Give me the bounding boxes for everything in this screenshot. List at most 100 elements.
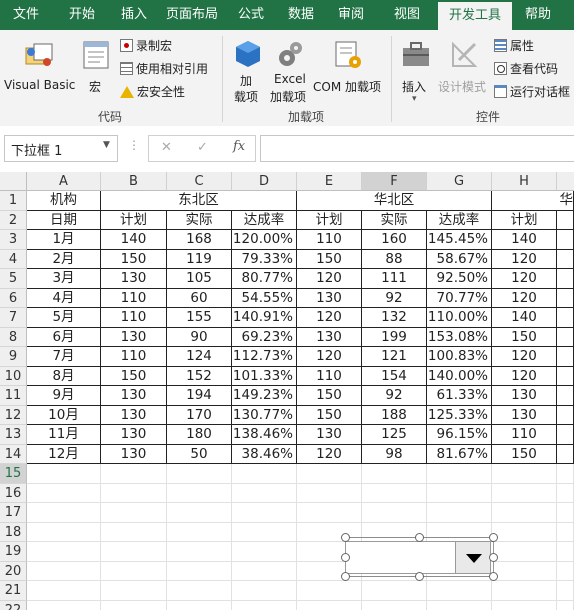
empty-cell[interactable] <box>362 464 427 484</box>
region-cell[interactable]: 东北区 <box>101 191 297 211</box>
empty-cell[interactable] <box>557 503 574 523</box>
table-cell[interactable]: 194 <box>167 386 232 406</box>
table-cell[interactable]: 92 <box>362 288 427 308</box>
view-code-button[interactable]: 查看代码 <box>494 60 558 77</box>
table-cell[interactable] <box>557 327 574 347</box>
empty-cell[interactable] <box>492 483 557 503</box>
row-header-1[interactable]: 1 <box>0 191 27 211</box>
empty-cell[interactable] <box>27 561 101 581</box>
visual-basic-button[interactable]: Visual Basic <box>4 38 75 104</box>
table-cell[interactable]: 1月 <box>27 230 101 250</box>
sub-header-cell[interactable]: 计划 <box>492 210 557 230</box>
table-cell[interactable]: 90 <box>167 327 232 347</box>
resize-handle[interactable] <box>415 572 424 581</box>
row-header-16[interactable]: 16 <box>0 483 27 503</box>
table-cell[interactable] <box>557 249 574 269</box>
select-all-corner[interactable] <box>0 172 27 191</box>
macro-button[interactable]: 宏 <box>80 38 114 104</box>
table-cell[interactable]: 110 <box>101 347 167 367</box>
row-header-4[interactable]: 4 <box>0 249 27 269</box>
macro-security-button[interactable]: 宏安全性 <box>120 83 185 100</box>
sub-header-cell[interactable]: 实际 <box>167 210 232 230</box>
empty-cell[interactable] <box>492 464 557 484</box>
table-cell[interactable]: 110.00% <box>427 308 492 328</box>
table-cell[interactable]: 140 <box>492 308 557 328</box>
table-cell[interactable]: 170 <box>167 405 232 425</box>
table-cell[interactable]: 69.23% <box>232 327 297 347</box>
table-cell[interactable]: 88 <box>362 249 427 269</box>
table-cell[interactable]: 100.83% <box>427 347 492 367</box>
table-cell[interactable]: 120 <box>492 288 557 308</box>
table-cell[interactable]: 61.33% <box>427 386 492 406</box>
table-cell[interactable]: 130 <box>492 405 557 425</box>
empty-cell[interactable] <box>101 522 167 542</box>
region-cell[interactable]: 华 <box>492 191 574 211</box>
empty-cell[interactable] <box>232 542 297 562</box>
table-cell[interactable]: 79.33% <box>232 249 297 269</box>
row-header-22[interactable]: 22 <box>0 600 27 610</box>
table-cell[interactable]: 153.08% <box>427 327 492 347</box>
empty-cell[interactable] <box>27 483 101 503</box>
empty-cell[interactable] <box>167 464 232 484</box>
table-cell[interactable]: 130 <box>492 386 557 406</box>
empty-cell[interactable] <box>297 503 362 523</box>
row-header-8[interactable]: 8 <box>0 327 27 347</box>
table-cell[interactable]: 130 <box>101 444 167 464</box>
resize-handle[interactable] <box>341 533 350 542</box>
combo-box-control[interactable] <box>341 533 498 581</box>
table-cell[interactable]: 150 <box>492 444 557 464</box>
table-cell[interactable]: 110 <box>492 425 557 445</box>
addins-button[interactable]: 加 载项 <box>232 38 264 104</box>
column-header-A[interactable]: A <box>27 172 101 191</box>
table-cell[interactable]: 155 <box>167 308 232 328</box>
table-cell[interactable]: 130.77% <box>232 405 297 425</box>
empty-cell[interactable] <box>427 483 492 503</box>
table-cell[interactable]: 150 <box>297 386 362 406</box>
sub-header-cell[interactable]: 达成率 <box>427 210 492 230</box>
resize-handle[interactable] <box>341 553 350 562</box>
empty-cell[interactable] <box>232 483 297 503</box>
tab-6[interactable]: 审阅 <box>326 0 376 30</box>
empty-cell[interactable] <box>167 522 232 542</box>
column-header-B[interactable]: B <box>101 172 167 191</box>
empty-cell[interactable] <box>362 503 427 523</box>
table-cell[interactable]: 96.15% <box>427 425 492 445</box>
record-macro-button[interactable]: 录制宏 <box>120 37 172 54</box>
empty-cell[interactable] <box>27 581 101 601</box>
empty-cell[interactable] <box>297 464 362 484</box>
tab-3[interactable]: 页面布局 <box>158 0 226 30</box>
table-cell[interactable] <box>557 366 574 386</box>
empty-cell[interactable] <box>101 483 167 503</box>
empty-cell[interactable] <box>557 464 574 484</box>
design-mode-button[interactable]: 设计模式 <box>438 38 490 104</box>
empty-cell[interactable] <box>297 600 362 610</box>
table-cell[interactable] <box>557 347 574 367</box>
properties-button[interactable]: 属性 <box>494 37 534 54</box>
row-header-14[interactable]: 14 <box>0 444 27 464</box>
table-cell[interactable]: 3月 <box>27 269 101 289</box>
empty-cell[interactable] <box>101 503 167 523</box>
resize-handle[interactable] <box>489 553 498 562</box>
table-cell[interactable]: 130 <box>101 269 167 289</box>
table-cell[interactable]: 54.55% <box>232 288 297 308</box>
table-cell[interactable]: 38.46% <box>232 444 297 464</box>
table-cell[interactable]: 125.33% <box>427 405 492 425</box>
table-cell[interactable]: 105 <box>167 269 232 289</box>
empty-cell[interactable] <box>427 581 492 601</box>
table-cell[interactable]: 98 <box>362 444 427 464</box>
table-cell[interactable]: 92.50% <box>427 269 492 289</box>
resize-handle[interactable] <box>489 572 498 581</box>
empty-cell[interactable] <box>232 581 297 601</box>
table-cell[interactable]: 120 <box>492 249 557 269</box>
table-cell[interactable]: 140.91% <box>232 308 297 328</box>
table-cell[interactable] <box>557 308 574 328</box>
empty-cell[interactable] <box>427 464 492 484</box>
row-header-13[interactable]: 13 <box>0 425 27 445</box>
table-cell[interactable]: 110 <box>297 366 362 386</box>
table-cell[interactable]: 5月 <box>27 308 101 328</box>
table-cell[interactable] <box>557 210 574 230</box>
row-header-7[interactable]: 7 <box>0 308 27 328</box>
table-cell[interactable] <box>557 444 574 464</box>
enter-icon[interactable]: ✓ <box>197 140 208 155</box>
table-cell[interactable]: 132 <box>362 308 427 328</box>
